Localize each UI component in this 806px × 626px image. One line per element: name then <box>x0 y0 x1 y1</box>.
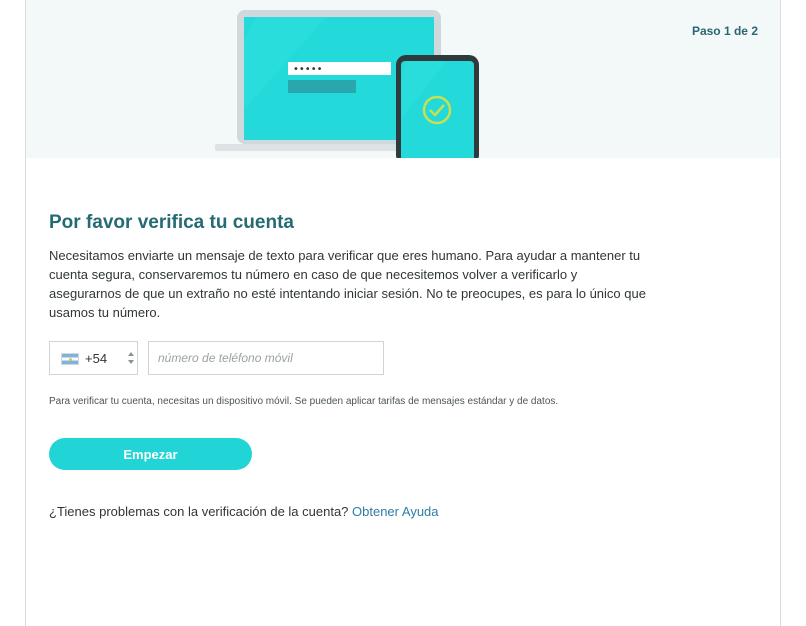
start-button[interactable]: Empezar <box>49 438 252 470</box>
hero-banner: ••••• Paso 1 de 2 <box>26 0 780 158</box>
page-title: Por favor verifica tu cuenta <box>49 212 294 233</box>
get-help-link[interactable]: Obtener Ayuda <box>352 504 439 519</box>
country-code-select[interactable]: +54 <box>49 341 138 375</box>
sms-rates-note: Para verificar tu cuenta, necesitas un d… <box>49 396 559 407</box>
main-content: Por favor verifica tu cuenta Necesitamos… <box>49 212 649 322</box>
select-arrows-icon <box>128 352 134 364</box>
country-code-value: +54 <box>85 351 108 366</box>
help-line: ¿Tienes problemas con la verificación de… <box>49 504 439 519</box>
phone-number-input[interactable] <box>148 341 384 375</box>
help-text: ¿Tienes problemas con la verificación de… <box>49 504 353 519</box>
step-indicator: Paso 1 de 2 <box>691 24 758 38</box>
argentina-flag-icon <box>61 353 79 365</box>
password-mask: ••••• <box>293 64 323 75</box>
phone-illustration <box>396 55 479 158</box>
verification-card: ••••• Paso 1 de 2 Por favor verifica tu … <box>25 0 781 626</box>
description-text: Necesitamos enviarte un mensaje de texto… <box>49 248 646 320</box>
device-illustration: ••••• <box>215 10 479 158</box>
